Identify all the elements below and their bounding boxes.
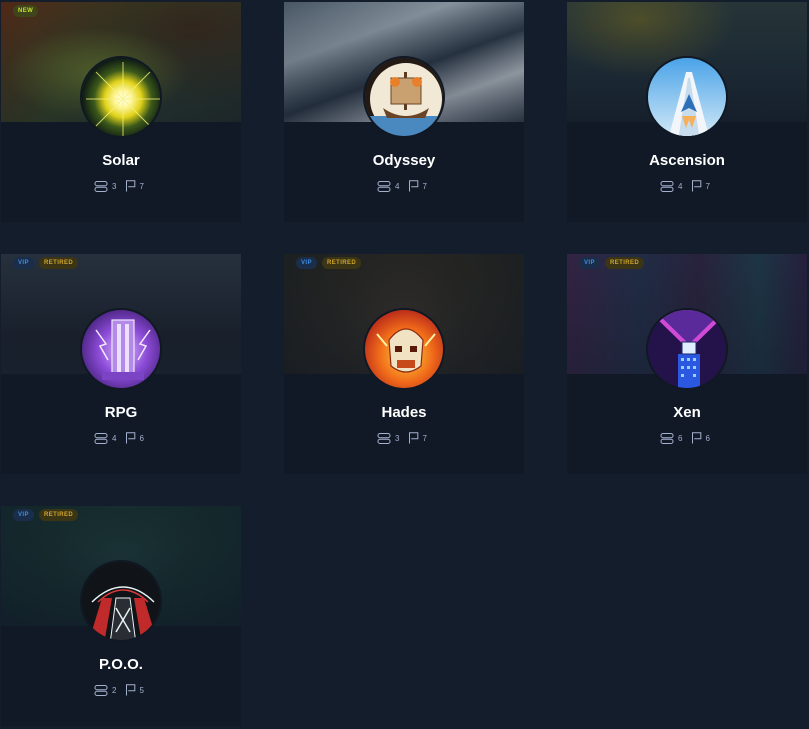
flag-count: 5 [139,685,144,695]
xen-avatar-icon [646,308,728,390]
new-badge: NEW [13,5,39,17]
server-icon [94,432,108,444]
server-icon [660,180,674,192]
server-count: 4 [112,433,117,443]
poo-avatar-icon [80,560,162,642]
lab-name: RPG [104,404,138,421]
flag-count: 7 [422,181,427,191]
lab-name: Odyssey [372,152,436,169]
lab-card-odyssey[interactable]: Odyssey 4 7 [284,2,524,222]
lab-stats: 2 5 [1,684,241,696]
server-icon [377,432,391,444]
lab-card-xen[interactable]: VIP RETIRED Xen 6 6 [567,254,807,474]
lab-name: Hades [381,404,427,421]
flag-icon [691,180,702,192]
lab-card-poo[interactable]: VIP RETIRED P.O.O. 2 5 [1,506,241,726]
flag-icon [125,684,136,696]
lab-name: Ascension [649,152,725,169]
server-icon [94,180,108,192]
solar-avatar-icon [80,56,162,138]
lab-name: Solar [102,152,140,169]
rpg-avatar-icon [80,308,162,390]
lab-stats: 3 7 [1,180,241,192]
retired-badge: RETIRED [39,257,79,269]
flag-icon [691,432,702,444]
lab-card-rpg[interactable]: VIP RETIRED RPG 4 6 [1,254,241,474]
server-icon [377,180,391,192]
lab-name: Xen [673,404,701,421]
flag-count: 7 [705,181,710,191]
server-count: 3 [395,433,400,443]
flag-icon [125,180,136,192]
server-count: 4 [678,181,683,191]
lab-stats: 4 7 [567,180,807,192]
flag-count: 7 [139,181,144,191]
retired-badge: RETIRED [39,509,79,521]
hades-avatar-icon [363,308,445,390]
lab-card-solar[interactable]: NEW Solar 3 7 [1,2,241,222]
server-count: 3 [112,181,117,191]
lab-stats: 3 7 [284,432,524,444]
flag-count: 7 [422,433,427,443]
lab-stats: 4 6 [1,432,241,444]
lab-stats: 4 7 [284,180,524,192]
flag-icon [408,432,419,444]
retired-badge: RETIRED [322,257,362,269]
retired-badge: RETIRED [605,257,645,269]
server-icon [660,432,674,444]
flag-count: 6 [705,433,710,443]
lab-stats: 6 6 [567,432,807,444]
ascension-avatar-icon [646,56,728,138]
vip-badge: VIP [13,257,34,269]
vip-badge: VIP [296,257,317,269]
server-count: 2 [112,685,117,695]
odyssey-avatar-icon [363,56,445,138]
flag-icon [408,180,419,192]
lab-card-ascension[interactable]: Ascension 4 7 [567,2,807,222]
flag-icon [125,432,136,444]
server-count: 6 [678,433,683,443]
lab-card-hades[interactable]: VIP RETIRED Hades 3 7 [284,254,524,474]
vip-badge: VIP [13,509,34,521]
vip-badge: VIP [579,257,600,269]
lab-name: P.O.O. [99,656,143,673]
server-count: 4 [395,181,400,191]
server-icon [94,684,108,696]
flag-count: 6 [139,433,144,443]
